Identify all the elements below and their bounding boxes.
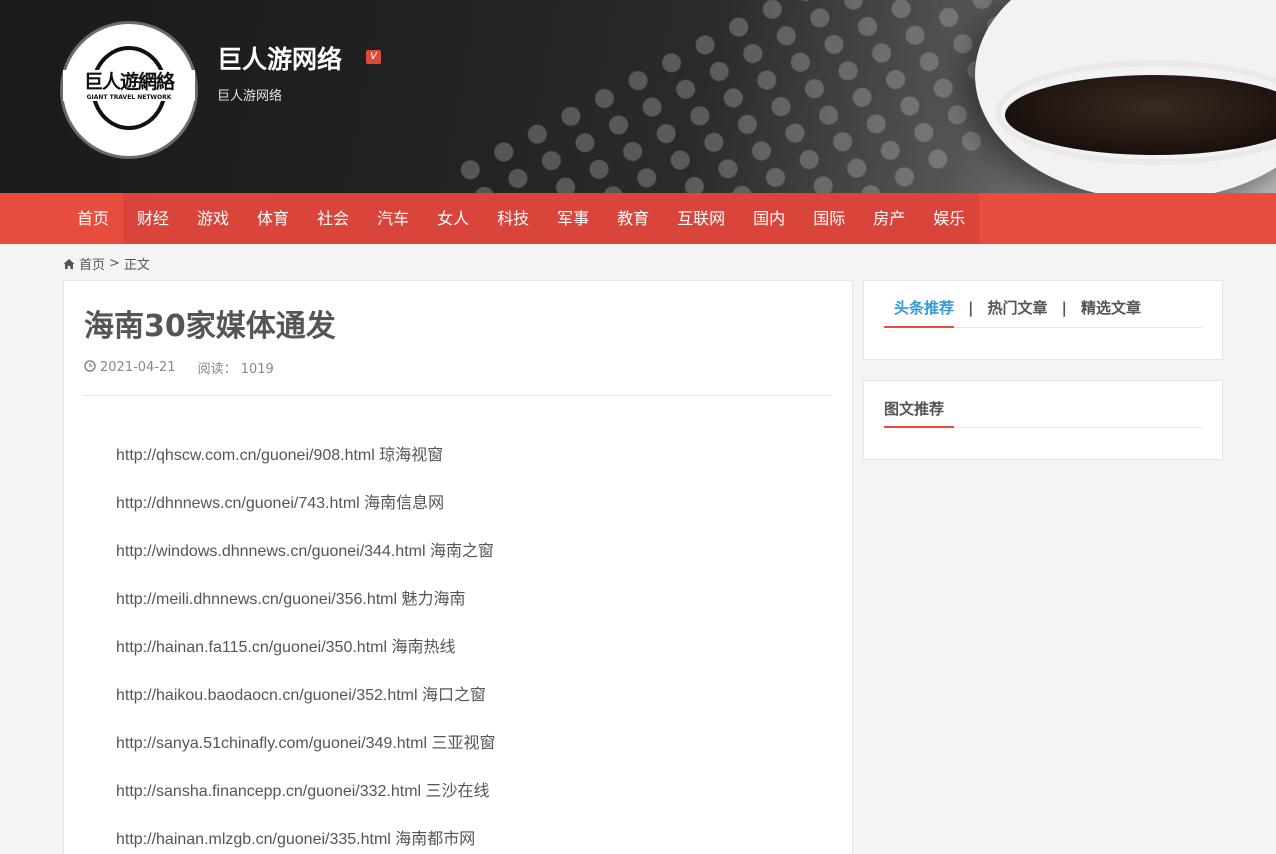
tab-hot[interactable]: 热门文章 xyxy=(978,297,1058,318)
breadcrumb: 首页 > 正文 xyxy=(63,254,150,273)
nav-item-tech[interactable]: 科技 xyxy=(483,193,543,244)
sidebar-tabs-card: 头条推荐 | 热门文章 | 精选文章 xyxy=(863,280,1223,360)
section-active-indicator xyxy=(884,426,954,428)
image-recommend-card: 图文推荐 xyxy=(863,380,1223,460)
verified-badge: V xyxy=(366,50,381,64)
nav-item-domestic[interactable]: 国内 xyxy=(739,193,799,244)
nav-item-entertainment[interactable]: 娱乐 xyxy=(919,193,979,244)
article-line: http://sanya.51chinafly.com/guonei/349.h… xyxy=(116,735,496,752)
nav-item-international[interactable]: 国际 xyxy=(799,193,859,244)
main-nav: 首页 财经 游戏 体育 社会 汽车 女人 科技 军事 教育 互联网 国内 国际 … xyxy=(0,193,1276,244)
tab-active-indicator xyxy=(884,326,954,328)
nav-item-education[interactable]: 教育 xyxy=(603,193,663,244)
header-banner: 巨人遊網絡 GIANT TRAVEL NETWORK 巨人游网络 V 巨人游网络 xyxy=(0,0,1276,193)
article-line: http://meili.dhnnews.cn/guonei/356.html … xyxy=(116,591,466,608)
logo-subtext: GIANT TRAVEL NETWORK xyxy=(63,94,195,101)
tab-headline[interactable]: 头条推荐 xyxy=(884,297,964,318)
nav-item-internet[interactable]: 互联网 xyxy=(663,193,739,244)
nav-item-sports[interactable]: 体育 xyxy=(243,193,303,244)
breadcrumb-separator: > xyxy=(109,256,120,271)
article-line: http://haikou.baodaocn.cn/guonei/352.htm… xyxy=(116,687,487,704)
title-divider xyxy=(84,395,832,396)
read-count: 阅读： 1019 xyxy=(198,358,274,377)
clock-icon xyxy=(84,359,96,376)
keyboard-background xyxy=(446,0,1054,193)
article-date: 2021-04-21 xyxy=(84,359,176,376)
article-line: http://sansha.financepp.cn/guonei/332.ht… xyxy=(116,783,490,800)
article-title: 海南30家媒体通发 xyxy=(84,309,336,344)
site-subtitle: 巨人游网络 xyxy=(217,89,283,104)
nav-item-finance[interactable]: 财经 xyxy=(123,193,183,244)
article-meta: 2021-04-21 阅读： 1019 xyxy=(84,358,274,377)
nav-item-women[interactable]: 女人 xyxy=(423,193,483,244)
image-recommend-title: 图文推荐 xyxy=(884,400,945,418)
site-title[interactable]: 巨人游网络 xyxy=(217,40,342,76)
article-line: http://qhscw.com.cn/guonei/908.html 琼海视窗 xyxy=(116,447,444,464)
tab-separator: | xyxy=(1061,298,1067,317)
article-body: http://qhscw.com.cn/guonei/908.html 琼海视窗… xyxy=(116,441,495,854)
home-icon xyxy=(63,258,75,270)
read-label: 阅读： xyxy=(197,362,237,377)
article-line: http://hainan.fa115.cn/guonei/350.html 海… xyxy=(116,639,456,656)
logo-text: 巨人遊網絡 xyxy=(63,70,195,94)
article-line: http://hainan.mlzgb.cn/guonei/335.html 海… xyxy=(116,831,476,848)
breadcrumb-current: 正文 xyxy=(123,258,150,273)
sidebar-tabs: 头条推荐 | 热门文章 | 精选文章 xyxy=(884,297,1151,318)
nav-item-home[interactable]: 首页 xyxy=(63,193,124,244)
article-line: http://dhnnews.cn/guonei/743.html 海南信息网 xyxy=(116,495,445,512)
article-line: http://windows.dhnnews.cn/guonei/344.htm… xyxy=(116,543,494,560)
nav-item-realestate[interactable]: 房产 xyxy=(859,193,919,244)
nav-item-military[interactable]: 军事 xyxy=(543,193,603,244)
nav-item-society[interactable]: 社会 xyxy=(303,193,363,244)
tab-separator: | xyxy=(968,298,974,317)
read-value: 1019 xyxy=(240,362,274,377)
article-card: 海南30家媒体通发 2021-04-21 阅读： 1019 http://qhs… xyxy=(63,280,853,854)
breadcrumb-home-link[interactable]: 首页 xyxy=(79,254,105,273)
tab-featured[interactable]: 精选文章 xyxy=(1071,297,1151,318)
date-text: 2021-04-21 xyxy=(100,360,176,375)
nav-item-auto[interactable]: 汽车 xyxy=(363,193,423,244)
nav-item-games[interactable]: 游戏 xyxy=(183,193,243,244)
nav-items: 首页 财经 游戏 体育 社会 汽车 女人 科技 军事 教育 互联网 国内 国际 … xyxy=(63,193,980,244)
site-logo[interactable]: 巨人遊網絡 GIANT TRAVEL NETWORK xyxy=(63,24,195,156)
